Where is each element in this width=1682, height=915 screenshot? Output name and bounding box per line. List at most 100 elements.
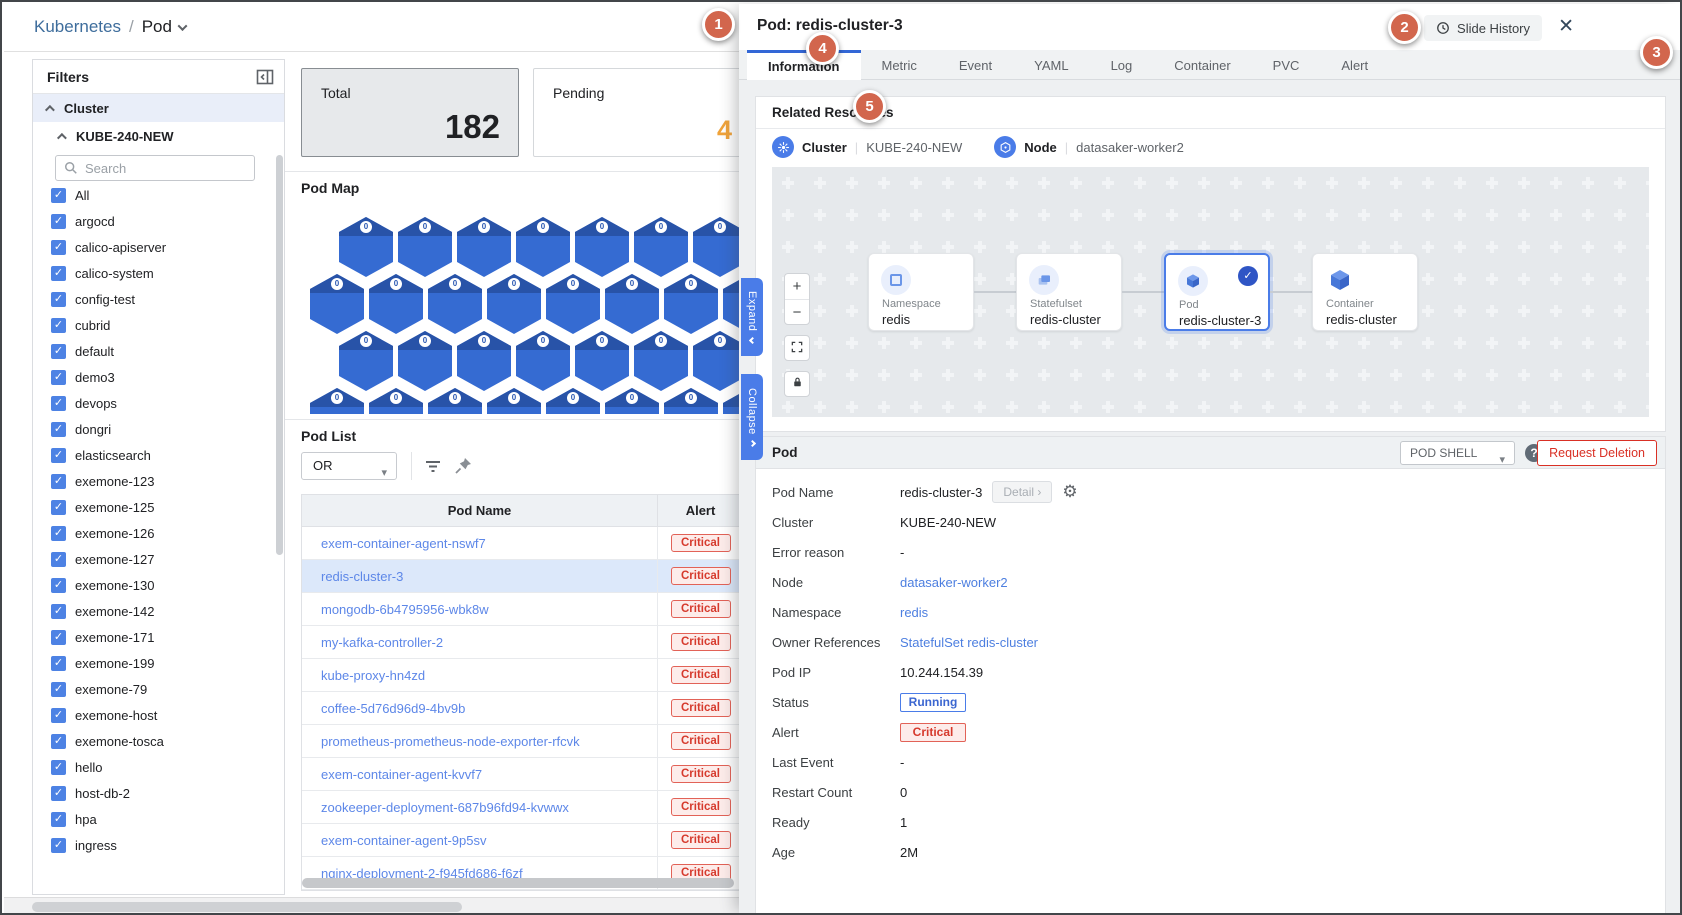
tab-event[interactable]: Event (938, 50, 1013, 80)
namespace-filter-item[interactable]: ✓ All (33, 182, 284, 208)
collapse-panel-tab[interactable]: Collapse (741, 374, 763, 460)
pod-name-link[interactable]: my-kafka-controller-2 (321, 635, 443, 650)
checkbox-checked-icon[interactable]: ✓ (51, 447, 66, 463)
checkbox-checked-icon[interactable]: ✓ (51, 707, 66, 723)
namespace-filter-item[interactable]: ✓ calico-apiserver (33, 234, 284, 260)
pod-table-row[interactable]: exem-container-agent-kvvf7 Critical (302, 758, 743, 791)
field-value-link[interactable]: StatefulSet redis-cluster (900, 635, 1038, 650)
pod-hexagon[interactable]: 0 (664, 388, 718, 414)
pod-shell-select[interactable]: POD SHELL ▾ (1400, 441, 1515, 466)
checkbox-checked-icon[interactable]: ✓ (51, 785, 66, 801)
checkbox-checked-icon[interactable]: ✓ (51, 733, 66, 749)
total-stat-card[interactable]: Total 182 (301, 68, 519, 157)
namespace-filter-item[interactable]: ✓ exemone-126 (33, 520, 284, 546)
pod-hexagon[interactable]: 0 (605, 274, 659, 334)
zoom-out-button[interactable]: − (785, 300, 809, 326)
slide-history-button[interactable]: Slide History (1424, 15, 1542, 41)
pod-name-link[interactable]: coffee-5d76d96d9-4bv9b (321, 701, 465, 716)
topology-node-namespace[interactable]: Namespace redis (868, 253, 974, 331)
pod-hexagon[interactable]: 0 (428, 388, 482, 414)
checkbox-checked-icon[interactable]: ✓ (51, 629, 66, 645)
pod-table-row[interactable]: exem-container-agent-9p5sv Critical (302, 824, 743, 857)
checkbox-checked-icon[interactable]: ✓ (51, 187, 66, 203)
namespace-filter-item[interactable]: ✓ demo3 (33, 364, 284, 390)
checkbox-checked-icon[interactable]: ✓ (51, 811, 66, 827)
filter-operator-select[interactable]: OR ▾ (301, 452, 397, 480)
topology-node-pod[interactable]: ✓ Pod redis-cluster-3 (1164, 253, 1270, 331)
pod-hexagon[interactable]: 0 (339, 331, 393, 391)
checkbox-checked-icon[interactable]: ✓ (51, 291, 66, 307)
namespace-filter-item[interactable]: ✓ elasticsearch (33, 442, 284, 468)
checkbox-checked-icon[interactable]: ✓ (51, 369, 66, 385)
pod-table-row[interactable]: exem-container-agent-nswf7 Critical (302, 527, 743, 560)
breadcrumb-kubernetes[interactable]: Kubernetes (34, 17, 121, 37)
topology-node-container[interactable]: Container redis-cluster (1312, 253, 1418, 331)
checkbox-checked-icon[interactable]: ✓ (51, 239, 66, 255)
pod-hexagon[interactable]: 0 (693, 217, 743, 277)
checkbox-checked-icon[interactable]: ✓ (51, 499, 66, 515)
namespace-filter-item[interactable]: ✓ ingress (33, 832, 284, 858)
namespace-filter-item[interactable]: ✓ exemone-171 (33, 624, 284, 650)
checkbox-checked-icon[interactable]: ✓ (51, 551, 66, 567)
tab-alert[interactable]: Alert (1320, 50, 1389, 80)
namespace-filter-item[interactable]: ✓ exemone-125 (33, 494, 284, 520)
pod-hexagon[interactable]: 0 (457, 217, 511, 277)
pod-table-row[interactable]: prometheus-prometheus-node-exporter-rfcv… (302, 725, 743, 758)
pod-name-link[interactable]: kube-proxy-hn4zd (321, 668, 425, 683)
filter-cluster-kube-240-new[interactable]: KUBE-240-NEW (33, 122, 284, 150)
namespace-filter-item[interactable]: ✓ exemone-142 (33, 598, 284, 624)
pod-hexagon[interactable]: 0 (369, 388, 423, 414)
pending-stat-card[interactable]: Pending 4 (533, 68, 743, 157)
pod-hexagon[interactable]: 0 (634, 217, 688, 277)
checkbox-checked-icon[interactable]: ✓ (51, 759, 66, 775)
pod-hexagon[interactable]: 0 (605, 388, 659, 414)
pod-table-row[interactable]: kube-proxy-hn4zd Critical (302, 659, 743, 692)
checkbox-checked-icon[interactable]: ✓ (51, 473, 66, 489)
pod-table-row[interactable]: my-kafka-controller-2 Critical (302, 626, 743, 659)
breadcrumb-pod-menu[interactable]: Pod (142, 17, 188, 37)
tab-log[interactable]: Log (1090, 50, 1154, 80)
checkbox-checked-icon[interactable]: ✓ (51, 395, 66, 411)
pod-name-link[interactable]: exem-container-agent-nswf7 (321, 536, 486, 551)
sidebar-vertical-scrollbar[interactable] (276, 155, 283, 555)
pod-hexagon[interactable]: 0 (487, 274, 541, 334)
pod-table-row[interactable]: zookeeper-deployment-687b96fd94-kvwwx Cri… (302, 791, 743, 824)
namespace-filter-item[interactable]: ✓ config-test (33, 286, 284, 312)
checkbox-checked-icon[interactable]: ✓ (51, 265, 66, 281)
pod-hexagon[interactable]: 0 (310, 274, 364, 334)
namespace-filter-item[interactable]: ✓ default (33, 338, 284, 364)
pod-hexagon[interactable]: 0 (398, 217, 452, 277)
tab-pvc[interactable]: PVC (1252, 50, 1321, 80)
pod-name-link[interactable]: redis-cluster-3 (321, 569, 403, 584)
tab-yaml[interactable]: YAML (1013, 50, 1089, 80)
pod-table-row[interactable]: mongodb-6b4795956-wbk8w Critical (302, 593, 743, 626)
checkbox-checked-icon[interactable]: ✓ (51, 577, 66, 593)
checkbox-checked-icon[interactable]: ✓ (51, 343, 66, 359)
namespace-filter-item[interactable]: ✓ exemone-199 (33, 650, 284, 676)
namespace-filter-item[interactable]: ✓ exemone-host (33, 702, 284, 728)
namespace-filter-item[interactable]: ✓ cubrid (33, 312, 284, 338)
pod-name-link[interactable]: exem-container-agent-9p5sv (321, 833, 486, 848)
expand-panel-tab[interactable]: Expand (741, 278, 763, 356)
detail-button[interactable]: Detail › (992, 481, 1053, 503)
tab-container[interactable]: Container (1153, 50, 1251, 80)
pod-table-row[interactable]: coffee-5d76d96d9-4bv9b Critical (302, 692, 743, 725)
pod-list-horizontal-scrollbar[interactable] (302, 878, 734, 888)
pod-hexagon[interactable]: 0 (398, 331, 452, 391)
namespace-filter-item[interactable]: ✓ exemone-127 (33, 546, 284, 572)
checkbox-checked-icon[interactable]: ✓ (51, 681, 66, 697)
filter-icon[interactable] (423, 456, 443, 476)
checkbox-checked-icon[interactable]: ✓ (51, 317, 66, 333)
pod-hexagon[interactable]: 0 (516, 331, 570, 391)
pod-table-row[interactable]: redis-cluster-3 Critical (302, 560, 743, 593)
checkbox-checked-icon[interactable]: ✓ (51, 655, 66, 671)
gear-icon[interactable]: ⚙ (1062, 482, 1077, 502)
checkbox-checked-icon[interactable]: ✓ (51, 421, 66, 437)
namespace-filter-item[interactable]: ✓ calico-system (33, 260, 284, 286)
tab-metric[interactable]: Metric (861, 50, 938, 80)
pod-name-link[interactable]: exem-container-agent-kvvf7 (321, 767, 482, 782)
pod-hexagon[interactable]: 0 (546, 388, 600, 414)
close-icon[interactable]: ✕ (1558, 15, 1574, 38)
pod-hexagon[interactable]: 0 (369, 274, 423, 334)
lock-button[interactable] (784, 371, 810, 397)
